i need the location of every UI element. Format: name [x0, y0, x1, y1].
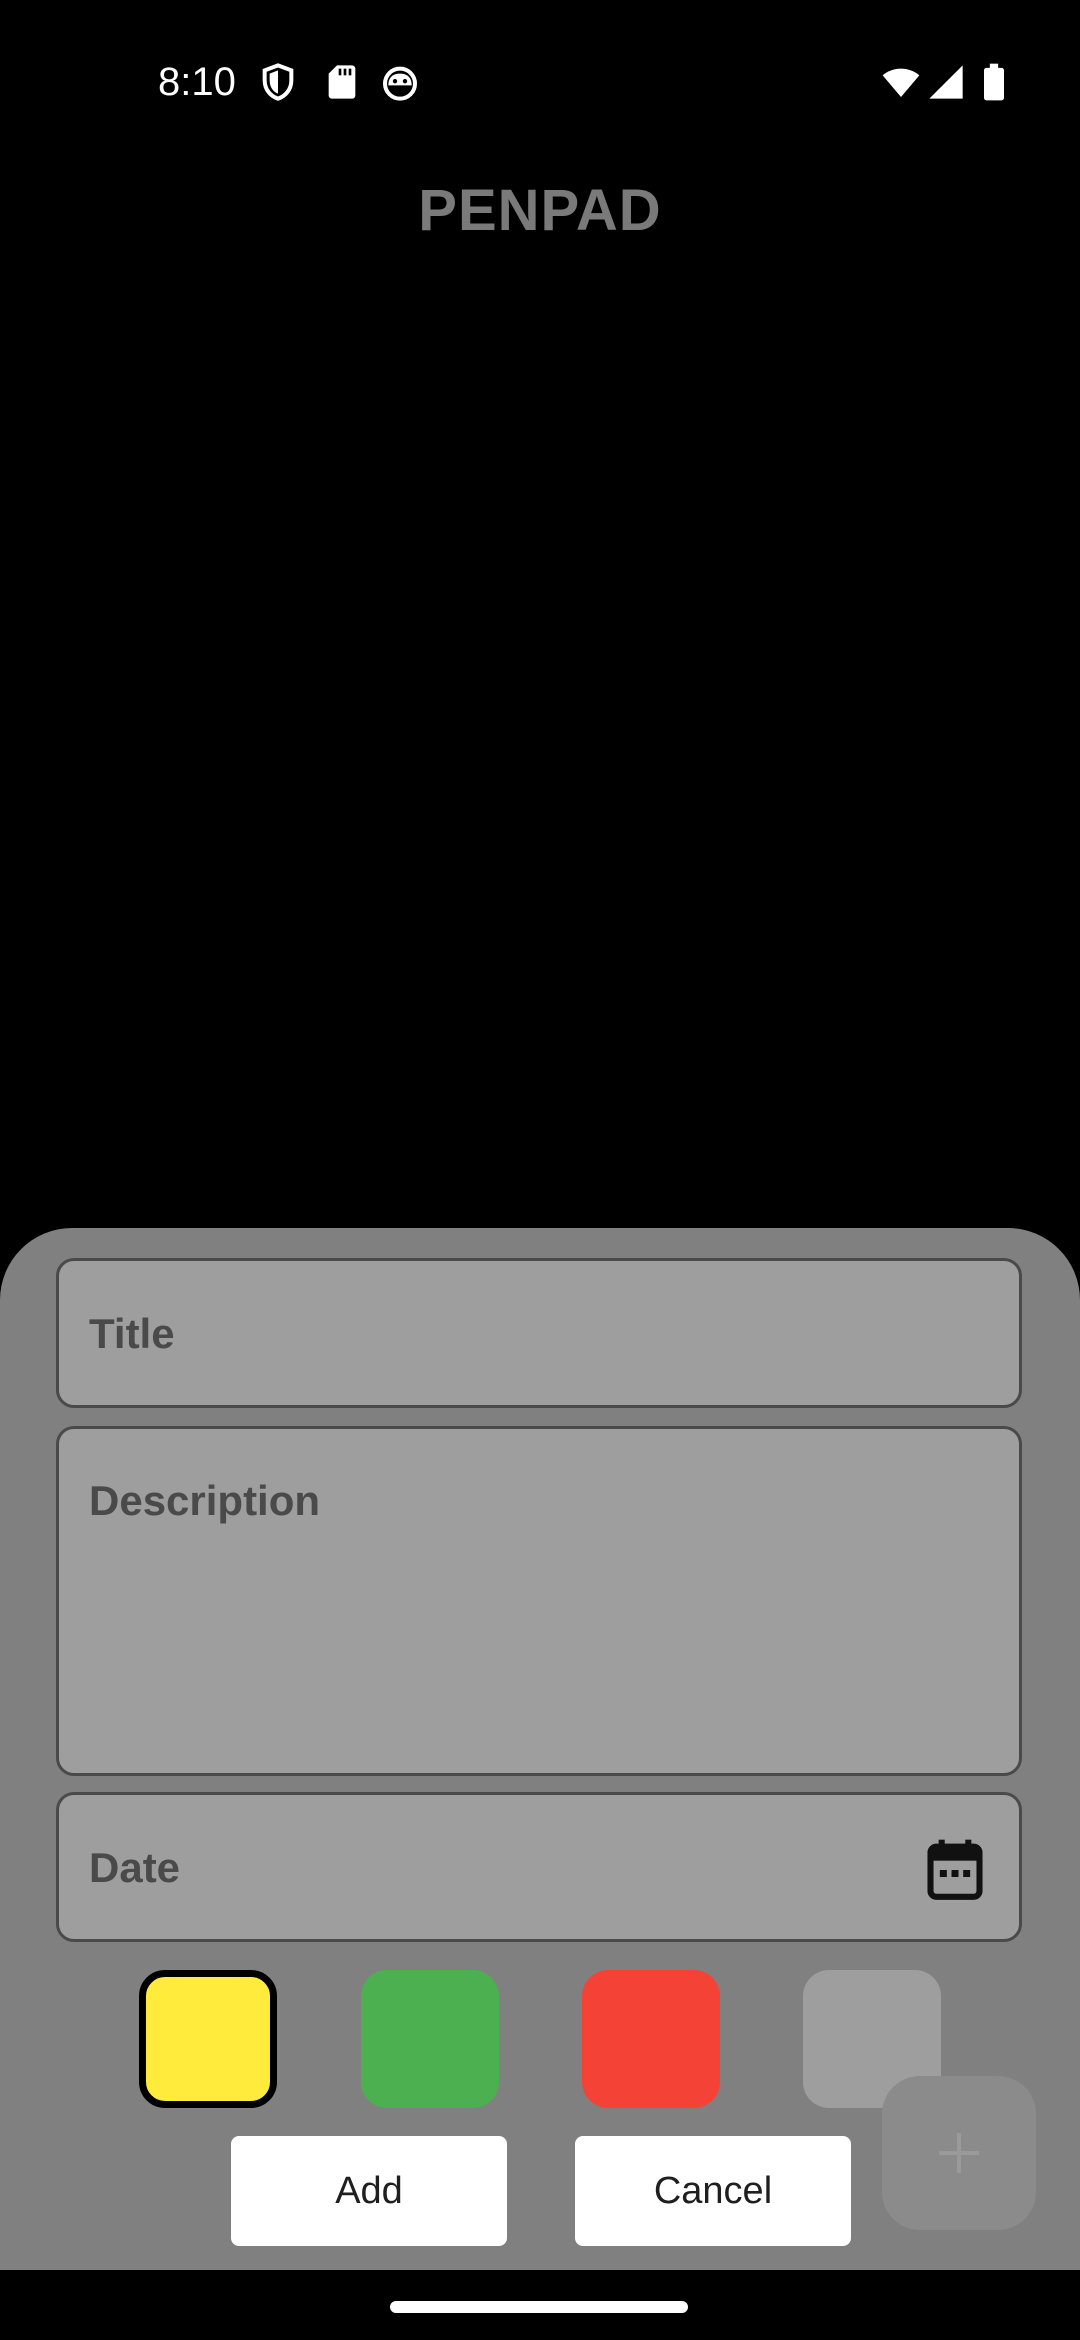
plus-icon [939, 2133, 979, 2173]
description-placeholder: Description [89, 1477, 321, 1524]
home-indicator[interactable] [390, 2301, 688, 2313]
wifi-icon [882, 68, 920, 97]
sd-card-icon [328, 65, 356, 99]
shield-icon [262, 63, 294, 101]
battery-icon [984, 63, 1004, 101]
cancel-button[interactable]: Cancel [575, 2136, 851, 2246]
title-field[interactable]: Title [56, 1258, 1022, 1408]
title-placeholder: Title [89, 1310, 175, 1357]
date-field[interactable]: Date [56, 1792, 1022, 1942]
color-swatch-yellow[interactable] [139, 1970, 277, 2108]
add-note-fab[interactable] [882, 2076, 1036, 2230]
color-swatch-red[interactable] [582, 1970, 720, 2108]
status-bar: 8:10 [0, 0, 1080, 166]
description-field[interactable]: Description [56, 1426, 1022, 1776]
date-placeholder: Date [89, 1844, 181, 1891]
add-button[interactable]: Add [231, 2136, 507, 2246]
app-title: PENPAD [418, 178, 662, 243]
color-swatch-green[interactable] [361, 1970, 499, 2108]
android-face-icon [383, 66, 417, 101]
calendar-icon[interactable] [927, 1839, 983, 1901]
cell-signal-icon [929, 65, 963, 99]
status-time: 8:10 [158, 60, 236, 104]
